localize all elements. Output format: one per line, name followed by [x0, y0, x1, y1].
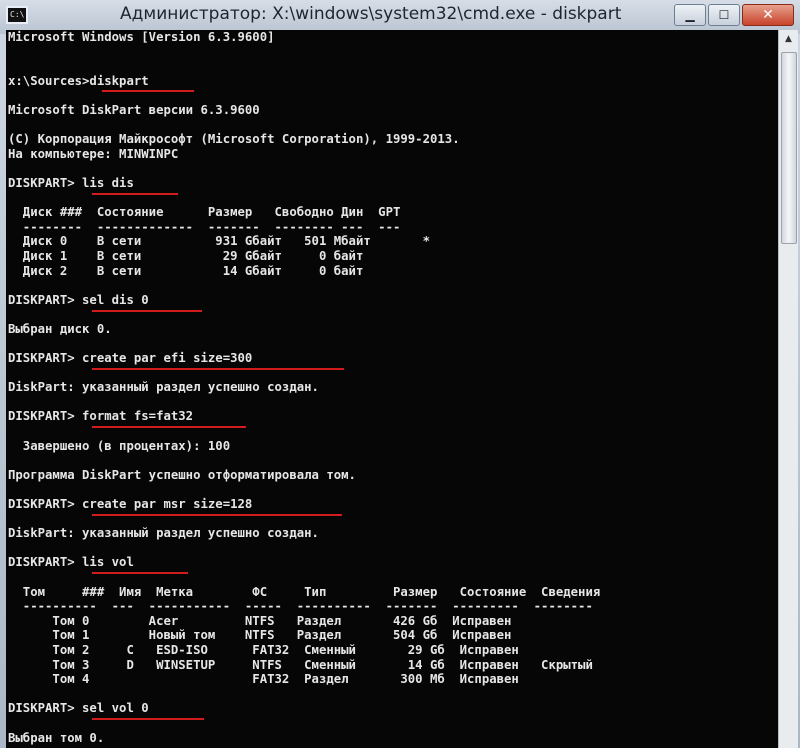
console-line: Том 0 Acer NTFS Раздел 426 Gб Исправен: [8, 613, 512, 628]
scrollbar-thumb[interactable]: [781, 52, 797, 244]
scroll-up-arrow-icon[interactable]: ▲: [779, 30, 798, 48]
command-underline: [92, 718, 204, 720]
console-line: Том 4 FAT32 Раздел 300 Мб Исправен: [8, 672, 519, 687]
console-line: DISKPART> create par efi size=300: [8, 351, 253, 366]
close-button[interactable]: ✕: [742, 4, 794, 26]
close-icon: ✕: [762, 7, 774, 23]
cmd-window: C:\ Администратор: X:\windows\system32\c…: [0, 0, 800, 748]
console-line: Том 3 D WINSETUP NTFS Сменный 14 Gб Испр…: [8, 657, 593, 672]
command-underline: [92, 426, 246, 428]
console-line: Выбран диск 0.: [8, 321, 112, 336]
console-line: DISKPART> format fs=fat32: [8, 409, 194, 424]
console-line: Том ### Имя Метка ФС Тип Размер Состояни…: [8, 584, 601, 599]
title-bar[interactable]: C:\ Администратор: X:\windows\system32\c…: [0, 0, 800, 34]
console-line: DiskPart: указанный раздел успешно созда…: [8, 526, 319, 541]
console-line: ---------- --- ----------- ----- -------…: [8, 599, 593, 614]
console-line: DISKPART> lis dis: [8, 175, 134, 190]
minimize-button[interactable]: ▁: [674, 4, 706, 26]
console-line: Диск 0 В сети 931 Gбайт 501 Мбайт *: [8, 234, 430, 249]
console-line: x:\Sources>diskpart: [8, 73, 149, 88]
command-underline: [92, 368, 344, 370]
console-line: Microsoft Windows [Version 6.3.9600]: [8, 30, 275, 44]
console-line: Выбран том 0.: [8, 730, 105, 745]
console-line: Программа DiskPart успешно отформатирова…: [8, 467, 356, 482]
console-line: -------- ------------- ------- -------- …: [8, 219, 401, 234]
minimize-icon: ▁: [685, 8, 695, 22]
console-line: Том 2 C ESD-ISO FAT32 Сменный 29 Gб Испр…: [8, 642, 519, 657]
console-line: DISKPART> lis vol: [8, 555, 134, 570]
console-lines: Microsoft Windows [Version 6.3.9600] x:\…: [8, 30, 600, 745]
cmd-app-icon[interactable]: C:\: [6, 6, 28, 24]
console-line: Microsoft DiskPart версии 6.3.9600: [8, 102, 260, 117]
console-line: DiskPart: указанный раздел успешно созда…: [8, 380, 319, 395]
console-line: Завершено (в процентах): 100: [8, 438, 231, 453]
command-underline: [92, 193, 178, 195]
command-underline: [102, 90, 194, 92]
console-line: Диск ### Состояние Размер Свободно Дин G…: [8, 205, 401, 220]
maximize-button[interactable]: ☐: [708, 4, 740, 26]
console-line: Диск 2 В сети 14 Gбайт 0 байт: [8, 263, 364, 278]
console-line: DISKPART> create par msr size=128: [8, 497, 253, 511]
command-underline: [92, 572, 188, 574]
command-underline: [92, 514, 342, 516]
console-line: Диск 1 В сети 29 Gбайт 0 байт: [8, 248, 364, 263]
command-underline: [92, 310, 202, 312]
console-line: Том 1 Новый том NTFS Раздел 504 Gб Испра…: [8, 628, 512, 643]
console-output[interactable]: Microsoft Windows [Version 6.3.9600] x:\…: [6, 30, 778, 748]
console-line: DISKPART> sel dis 0: [8, 292, 149, 307]
window-title: Администратор: X:\windows\system32\cmd.e…: [120, 4, 622, 24]
vertical-scrollbar[interactable]: ▲: [778, 30, 798, 748]
maximize-icon: ☐: [718, 8, 730, 22]
console-line: На компьютере: MINWINPC: [8, 146, 179, 161]
console-line: (C) Корпорация Майкрософт (Microsoft Cor…: [8, 132, 460, 147]
console-line: DISKPART> sel vol 0: [8, 701, 149, 716]
